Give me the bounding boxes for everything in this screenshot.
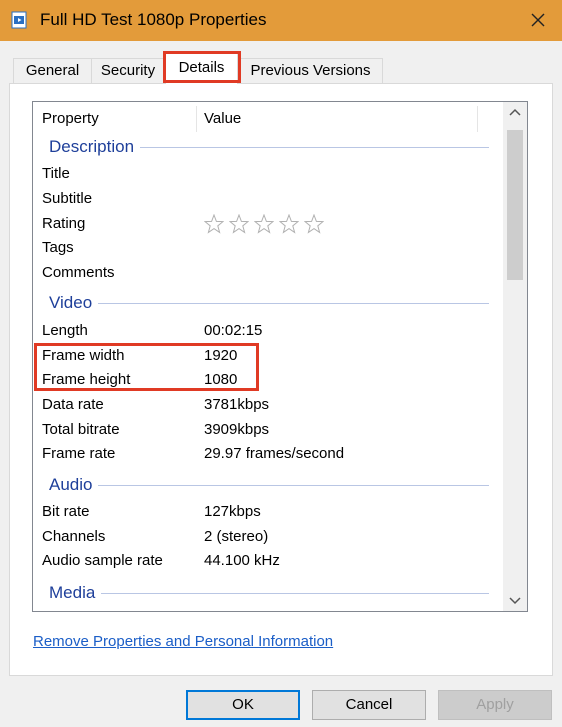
apply-button[interactable]: Apply — [438, 690, 552, 720]
star-icon[interactable] — [304, 214, 324, 234]
tab-strip: General Security Details Previous Versio… — [0, 50, 562, 84]
property-row-subtitle[interactable]: Subtitle — [33, 187, 503, 211]
property-row-frame-height[interactable]: Frame height 1080 — [33, 368, 503, 392]
property-row-title[interactable]: Title — [33, 162, 503, 186]
tab-details[interactable]: Details — [165, 52, 238, 84]
vertical-scrollbar[interactable] — [503, 102, 527, 611]
scroll-up-icon[interactable] — [503, 102, 527, 124]
group-header-description: Description — [33, 135, 503, 159]
property-row-tags[interactable]: Tags — [33, 236, 503, 260]
property-row-frame-width[interactable]: Frame width 1920 — [33, 344, 503, 368]
group-header-audio: Audio — [33, 473, 503, 497]
property-row-channels[interactable]: Channels 2 (stereo) — [33, 525, 503, 549]
title-bar: Full HD Test 1080p Properties — [0, 0, 562, 41]
star-icon[interactable] — [204, 214, 224, 234]
property-row-rating[interactable]: Rating — [33, 212, 503, 236]
group-header-media: Media — [33, 581, 503, 605]
properties-list[interactable]: Property Value Description Title Subtitl… — [32, 101, 528, 612]
group-label: Video — [49, 291, 99, 315]
cancel-button[interactable]: Cancel — [312, 690, 426, 720]
column-divider[interactable] — [196, 106, 197, 132]
close-icon[interactable] — [521, 4, 555, 36]
scroll-down-icon[interactable] — [503, 589, 527, 611]
ok-button[interactable]: OK — [186, 690, 300, 720]
property-row-bit-rate[interactable]: Bit rate 127kbps — [33, 500, 503, 524]
star-icon[interactable] — [279, 214, 299, 234]
property-row-comments[interactable]: Comments — [33, 261, 503, 285]
video-file-icon — [11, 11, 27, 29]
list-header: Property Value — [33, 102, 503, 132]
star-icon[interactable] — [229, 214, 249, 234]
window-title: Full HD Test 1080p Properties — [40, 10, 267, 29]
property-row-length[interactable]: Length 00:02:15 — [33, 319, 503, 343]
property-row-audio-sample-rate[interactable]: Audio sample rate 44.100 kHz — [33, 549, 503, 573]
column-header-property[interactable]: Property — [42, 102, 99, 132]
star-icon[interactable] — [254, 214, 274, 234]
tab-general[interactable]: General — [13, 58, 92, 84]
group-label: Description — [49, 135, 141, 159]
property-row-data-rate[interactable]: Data rate 3781kbps — [33, 393, 503, 417]
group-label: Audio — [49, 473, 99, 497]
column-header-value[interactable]: Value — [204, 102, 241, 132]
group-label: Media — [49, 581, 102, 605]
group-header-video: Video — [33, 291, 503, 315]
tab-previous-versions[interactable]: Previous Versions — [238, 58, 383, 84]
tab-security[interactable]: Security — [91, 58, 165, 84]
remove-properties-link[interactable]: Remove Properties and Personal Informati… — [33, 632, 333, 652]
scrollbar-thumb[interactable] — [507, 130, 523, 280]
rating-stars[interactable] — [204, 214, 329, 234]
property-row-total-bitrate[interactable]: Total bitrate 3909kbps — [33, 418, 503, 442]
property-row-frame-rate[interactable]: Frame rate 29.97 frames/second — [33, 442, 503, 466]
column-divider — [477, 106, 478, 132]
